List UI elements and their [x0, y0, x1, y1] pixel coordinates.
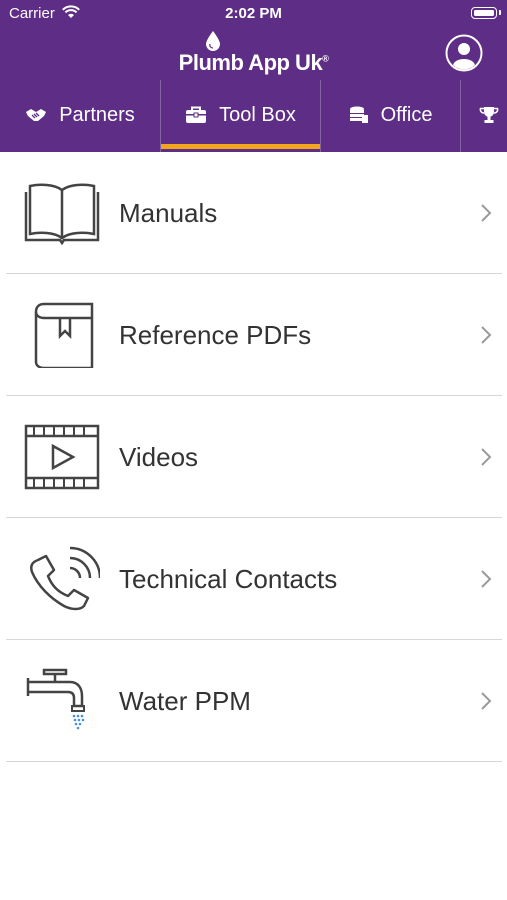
chevron-right-icon — [481, 692, 492, 710]
chevron-right-icon — [481, 204, 492, 222]
tab-bar: Partners Tool Box Office — [0, 78, 507, 152]
app-logo: Plumb App Uk® — [0, 30, 507, 76]
tab-awards[interactable] — [461, 78, 507, 152]
bookmarked-book-icon — [34, 302, 94, 368]
tab-partners[interactable]: Partners — [0, 78, 160, 152]
open-book-icon — [24, 183, 100, 246]
chevron-right-icon — [481, 326, 492, 344]
logo-wordmark: Plumb App Uk — [178, 50, 323, 75]
tab-label: Office — [380, 103, 433, 126]
selected-tab-indicator — [161, 144, 320, 149]
phone-ringing-icon — [30, 546, 100, 611]
menu-item-label: Technical Contacts — [119, 564, 338, 594]
menu-item-manuals[interactable]: Manuals — [6, 152, 502, 274]
status-bar: Carrier 2:02 PM — [0, 0, 507, 28]
coins-stack-icon — [349, 106, 369, 124]
menu-item-label: Reference PDFs — [119, 320, 312, 350]
water-drop-logo-icon — [206, 31, 220, 51]
tab-label: Partners — [59, 103, 135, 126]
briefcase-icon — [185, 106, 207, 124]
app-header: Carrier 2:02 PM Plumb App Uk® Partners T… — [0, 0, 507, 152]
menu-item-water-ppm[interactable]: Water PPM — [6, 640, 502, 762]
battery-tip — [499, 10, 501, 15]
menu-item-label: Water PPM — [119, 686, 251, 716]
logo-text: Plumb App Uk® — [0, 50, 507, 76]
video-play-icon — [24, 424, 100, 490]
chevron-right-icon — [481, 570, 492, 588]
menu-item-label: Manuals — [119, 198, 218, 228]
chevron-right-icon — [481, 448, 492, 466]
profile-icon[interactable] — [445, 34, 483, 72]
menu-item-videos[interactable]: Videos — [6, 396, 502, 518]
menu-item-reference-pdfs[interactable]: Reference PDFs — [6, 274, 502, 396]
menu-item-technical-contacts[interactable]: Technical Contacts — [6, 518, 502, 640]
water-tap-icon — [26, 668, 85, 730]
handshake-icon — [25, 107, 47, 123]
tab-label: Tool Box — [219, 103, 296, 126]
tab-office[interactable]: Office — [321, 78, 460, 152]
status-time: 2:02 PM — [225, 5, 282, 22]
trophy-icon — [479, 106, 499, 124]
menu-item-label: Videos — [119, 442, 199, 472]
logo-registered-mark: ® — [322, 53, 329, 64]
tab-tool-box[interactable]: Tool Box — [161, 78, 320, 152]
battery-icon — [471, 7, 497, 19]
